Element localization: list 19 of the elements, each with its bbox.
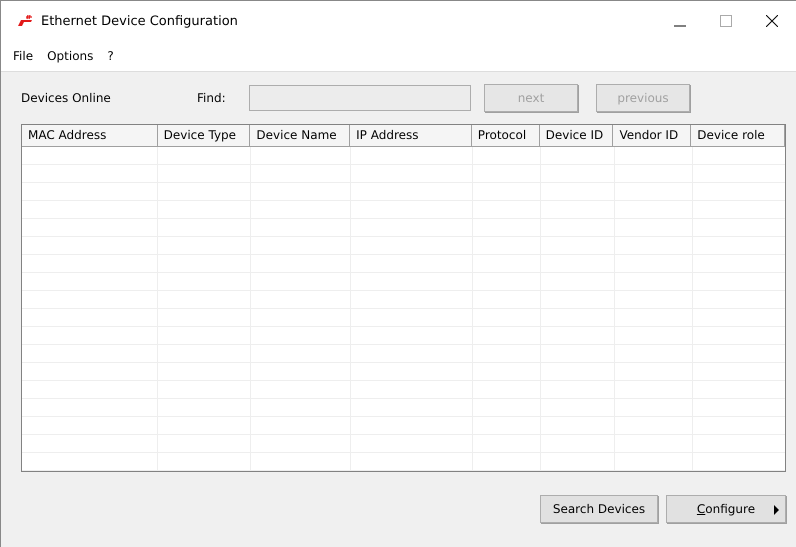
caret-icon bbox=[774, 505, 779, 515]
configure-button[interactable]: Configure bbox=[666, 495, 786, 523]
menu-item[interactable]: File bbox=[13, 49, 34, 63]
column-header[interactable]: Device role bbox=[691, 125, 785, 147]
find-label: Find: bbox=[197, 91, 227, 105]
window-title: Ethernet Device Configuration bbox=[41, 14, 238, 28]
column-header[interactable]: Device Name bbox=[250, 125, 350, 147]
column-header[interactable]: Protocol bbox=[472, 125, 540, 147]
search-devices-button[interactable]: Search Devices bbox=[540, 495, 658, 523]
menu-item[interactable]: Options bbox=[47, 49, 94, 63]
column-header[interactable]: IP Address bbox=[350, 125, 472, 147]
column-header[interactable]: Vendor ID bbox=[613, 125, 692, 147]
column-header[interactable]: Device Type bbox=[158, 125, 250, 147]
menu-item[interactable]: ? bbox=[107, 49, 114, 63]
app-logo-icon bbox=[17, 15, 33, 27]
column-header[interactable]: MAC Address bbox=[22, 125, 158, 147]
column-header[interactable]: Device ID bbox=[540, 125, 614, 147]
close-icon[interactable] bbox=[766, 15, 778, 27]
devices-online-label: Devices Online bbox=[21, 91, 112, 105]
